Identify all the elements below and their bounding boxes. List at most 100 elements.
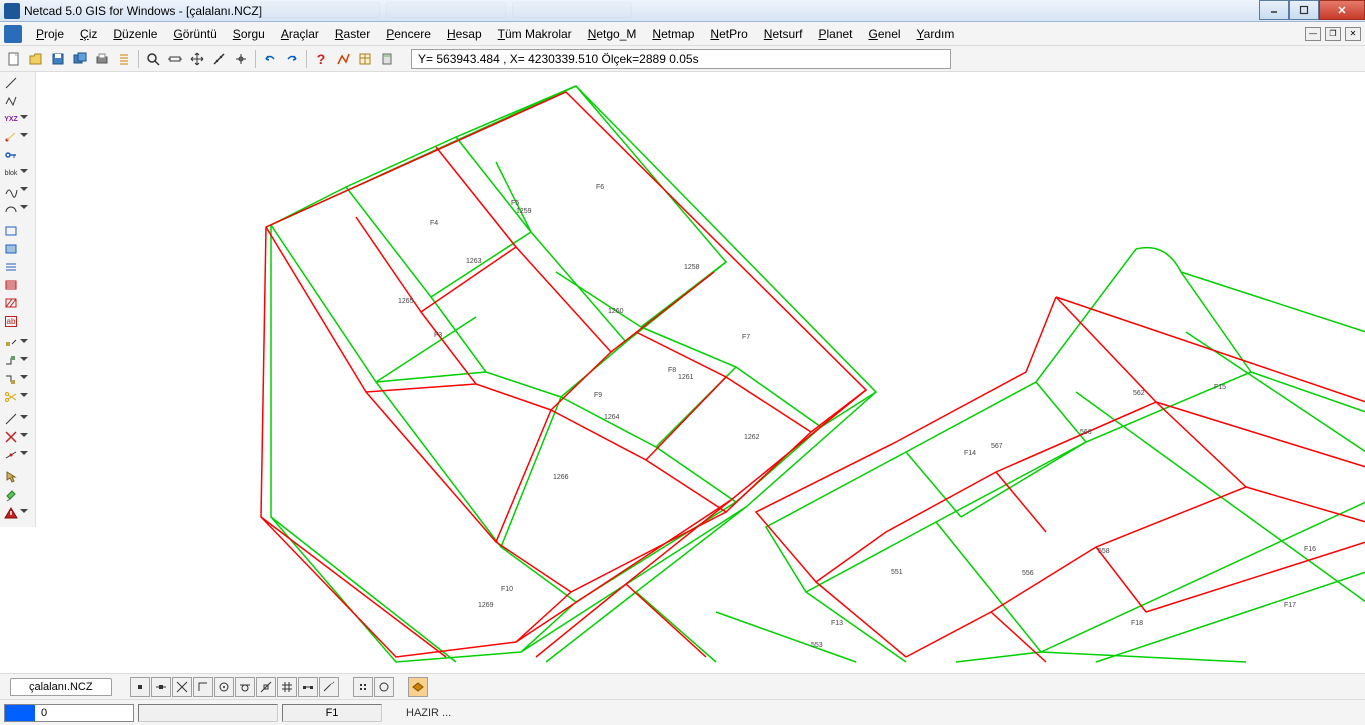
drawing-canvas[interactable]: F6F51259F41263125812651260F3F7F81261F155… [36, 72, 1365, 673]
menu-planet[interactable]: Planet [810, 25, 860, 43]
left-toolbar: YXZ blok ab [0, 72, 36, 527]
status-slot-1 [138, 704, 278, 722]
text-tool-icon[interactable]: ab [2, 312, 20, 330]
snap-perpendicular-icon[interactable] [193, 677, 213, 697]
menu-raster[interactable]: Raster [327, 25, 378, 43]
menu-netsurf[interactable]: Netsurf [756, 25, 811, 43]
parcel-label: F18 [1131, 620, 1143, 627]
save-as-icon[interactable] [70, 49, 90, 69]
edit-line-icon[interactable] [2, 410, 20, 428]
polyline-tool2-icon[interactable] [2, 92, 20, 110]
snap-node-icon[interactable] [298, 677, 318, 697]
dim1-tool-icon[interactable] [2, 334, 20, 352]
menubar-app-icon [4, 25, 22, 43]
snap-midpoint-icon[interactable] [151, 677, 171, 697]
ortho-icon[interactable] [353, 677, 373, 697]
menu-genel[interactable]: Genel [861, 25, 909, 43]
snap-nearest-icon[interactable] [256, 677, 276, 697]
hatch1-tool-icon[interactable] [2, 276, 20, 294]
menu-grnt[interactable]: Görüntü [165, 25, 224, 43]
snap-tangent-icon[interactable] [235, 677, 255, 697]
snap-center-icon[interactable] [214, 677, 234, 697]
move-icon[interactable] [187, 49, 207, 69]
parcel-label: F16 [1304, 546, 1316, 553]
list-icon[interactable] [114, 49, 134, 69]
point-tool-icon[interactable] [2, 128, 20, 146]
arc-tool-icon[interactable] [2, 200, 20, 218]
hatch2-tool-icon[interactable] [2, 294, 20, 312]
blok-tool-icon[interactable]: blok [2, 164, 20, 182]
menubar: ProjeÇizDüzenleGörüntüSorguAraçlarRaster… [0, 22, 1365, 46]
menu-iz[interactable]: Çiz [72, 25, 105, 43]
parcel-label: F9 [594, 392, 602, 399]
zoom-icon[interactable] [143, 49, 163, 69]
help-icon[interactable]: ? [311, 49, 331, 69]
dim3-tool-icon[interactable] [2, 370, 20, 388]
edge-tool-icon[interactable] [2, 446, 20, 464]
menu-pencere[interactable]: Pencere [378, 25, 439, 43]
print-icon[interactable] [92, 49, 112, 69]
menu-dzenle[interactable]: Düzenle [105, 25, 165, 43]
pan-icon[interactable] [165, 49, 185, 69]
status-bar: 0 F1 HAZIR ... [0, 699, 1365, 725]
pick-tool-icon[interactable] [2, 468, 20, 486]
delete-vertex-icon[interactable] [2, 428, 20, 446]
layer-toggle-icon[interactable] [408, 677, 428, 697]
parcel-label: 566 [1080, 429, 1092, 436]
mdi-minimize[interactable]: — [1305, 27, 1321, 41]
key-tool-icon[interactable] [2, 146, 20, 164]
mdi-restore[interactable]: ❐ [1325, 27, 1341, 41]
calc-icon[interactable] [377, 49, 397, 69]
menu-tmmakrolar[interactable]: Tüm Makrolar [490, 25, 580, 43]
menu-yardm[interactable]: Yardım [909, 25, 963, 43]
line-tool-icon[interactable] [2, 74, 20, 92]
dim2-tool-icon[interactable] [2, 352, 20, 370]
rect-tool-icon[interactable] [2, 222, 20, 240]
rect-fill-tool-icon[interactable] [2, 240, 20, 258]
mdi-close[interactable]: ✕ [1345, 27, 1361, 41]
parcel-label: 556 [1022, 570, 1034, 577]
menu-sorgu[interactable]: Sorgu [225, 25, 273, 43]
parcel-map [36, 72, 1365, 672]
menu-aralar[interactable]: Araçlar [273, 25, 327, 43]
menu-netmap[interactable]: Netmap [644, 25, 702, 43]
parcel-label: 1262 [744, 434, 760, 441]
f1-button[interactable]: F1 [282, 704, 382, 722]
snap-icon[interactable] [231, 49, 251, 69]
parcel-label: 567 [991, 443, 1003, 450]
close-button[interactable] [1319, 0, 1365, 20]
open-file-icon[interactable] [26, 49, 46, 69]
menu-netgom[interactable]: Netgo_M [580, 25, 645, 43]
warning-tool-icon[interactable] [2, 504, 20, 522]
menu-netpro[interactable]: NetPro [702, 25, 755, 43]
menu-hesap[interactable]: Hesap [439, 25, 490, 43]
parcel-label: 551 [891, 569, 903, 576]
parcel-label: 1258 [684, 264, 700, 271]
titlebar: Netcad 5.0 GIS for Windows - [çalalanı.N… [0, 0, 1365, 22]
lines-tool-icon[interactable] [2, 258, 20, 276]
polyline-tool-icon[interactable] [333, 49, 353, 69]
save-icon[interactable] [48, 49, 68, 69]
cursor-settings-icon[interactable] [374, 677, 394, 697]
xyz-tool-icon[interactable]: YXZ [2, 110, 20, 128]
snap-endpoint-icon[interactable] [130, 677, 150, 697]
maximize-button[interactable] [1289, 0, 1319, 20]
parcel-label: 1265 [398, 298, 414, 305]
scissors-tool-icon[interactable] [2, 388, 20, 406]
minimize-button[interactable] [1259, 0, 1289, 20]
spline-tool-icon[interactable] [2, 182, 20, 200]
snap-intersection-icon[interactable] [172, 677, 192, 697]
snap-extension-icon[interactable] [319, 677, 339, 697]
status-text: HAZIR ... [406, 707, 451, 719]
parcel-label: 1264 [604, 414, 620, 421]
paint-tool-icon[interactable] [2, 486, 20, 504]
new-file-icon[interactable] [4, 49, 24, 69]
menu-proje[interactable]: Proje [28, 25, 72, 43]
snap-grid-icon[interactable] [277, 677, 297, 697]
undo-icon[interactable] [260, 49, 280, 69]
parcel-label: F3 [434, 332, 442, 339]
document-tab[interactable]: çalalanı.NCZ [10, 678, 112, 696]
measure-icon[interactable] [209, 49, 229, 69]
table-icon[interactable] [355, 49, 375, 69]
redo-icon[interactable] [282, 49, 302, 69]
